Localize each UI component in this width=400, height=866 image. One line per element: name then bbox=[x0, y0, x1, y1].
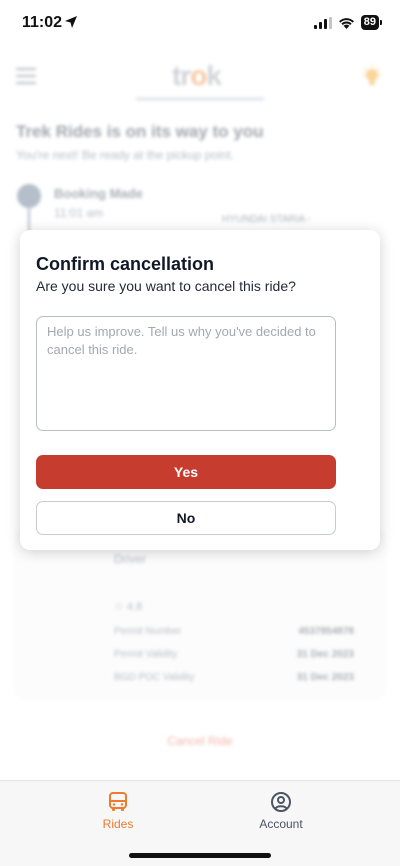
tab-account[interactable]: Account bbox=[221, 791, 341, 831]
dialog-title: Confirm cancellation bbox=[36, 254, 215, 274]
bus-icon bbox=[109, 792, 127, 811]
tab-account-label: Account bbox=[259, 817, 303, 831]
wifi-icon bbox=[338, 17, 354, 29]
battery-level: 89 bbox=[360, 15, 379, 30]
cellular-signal-icon bbox=[313, 16, 332, 29]
tab-rides-label: Rides bbox=[102, 817, 134, 831]
battery-indicator: 89 bbox=[360, 15, 382, 30]
location-arrow-icon bbox=[65, 16, 77, 28]
tab-rides[interactable]: Rides bbox=[58, 791, 178, 831]
yes-button[interactable]: Yes bbox=[36, 455, 336, 489]
cancellation-reason-input[interactable] bbox=[36, 316, 336, 431]
no-button[interactable]: No bbox=[36, 501, 336, 535]
account-icon bbox=[271, 792, 291, 812]
home-indicator bbox=[129, 853, 271, 858]
status-time: 11:02 bbox=[22, 14, 63, 31]
status-bar: 11:02 89 bbox=[0, 0, 400, 48]
confirm-cancellation-dialog: Confirm cancellation Are you sure you wa… bbox=[20, 230, 380, 550]
dialog-subtitle: Are you sure you want to cancel this rid… bbox=[36, 278, 296, 294]
